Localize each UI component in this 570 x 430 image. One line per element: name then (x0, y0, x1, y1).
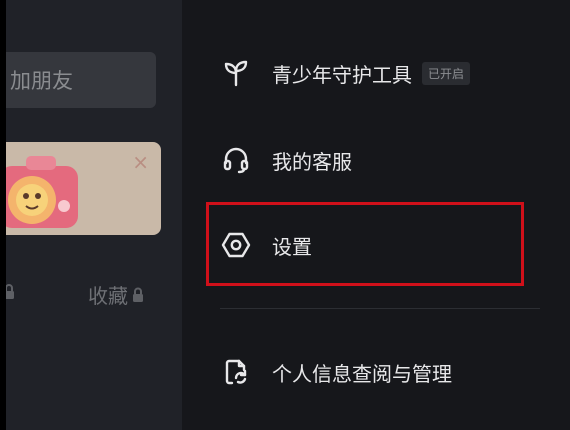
promo-card[interactable]: × (6, 142, 161, 235)
settings-hexagon-icon (220, 229, 252, 261)
headset-icon (220, 144, 252, 176)
menu-item-label: 我的客服 (272, 149, 352, 174)
menu-item-label: 个人信息查阅与管理 (272, 361, 452, 386)
menu-divider (220, 308, 540, 309)
tab-collect[interactable]: 收藏 (88, 280, 144, 309)
add-friend-button[interactable]: 加朋友 (6, 52, 156, 108)
menu-item-personal-info[interactable]: 个人信息查阅与管理 (220, 354, 452, 390)
sprout-icon (220, 57, 252, 89)
menu-item-customer-service[interactable]: 我的客服 (220, 142, 352, 178)
status-badge: 已开启 (422, 61, 471, 85)
menu-item-settings[interactable]: 设置 (220, 227, 312, 263)
side-drawer-menu: 青少年守护工具 已开启 我的客服 设置 个人信息查阅与管理 (182, 0, 570, 430)
menu-item-label: 青少年守护工具 (272, 62, 412, 87)
tab-collect-label: 收藏 (88, 284, 128, 308)
profile-page-dimmed[interactable]: 加朋友 × 收藏 (6, 0, 182, 430)
profile-tabs: 收藏 (6, 280, 182, 310)
lock-icon (6, 284, 14, 299)
camera-illustration (6, 156, 78, 228)
menu-item-label: 设置 (272, 234, 312, 259)
close-icon[interactable]: × (132, 152, 149, 172)
document-refresh-icon (220, 356, 252, 388)
lock-icon (133, 287, 143, 302)
menu-item-teen-protection[interactable]: 青少年守护工具 已开启 (220, 55, 471, 91)
add-friend-label: 加朋友 (10, 69, 73, 93)
screen: 加朋友 × 收藏 青少年守护工具 已开启 我的客服 设置 个人信息查阅与管理 (0, 0, 570, 430)
